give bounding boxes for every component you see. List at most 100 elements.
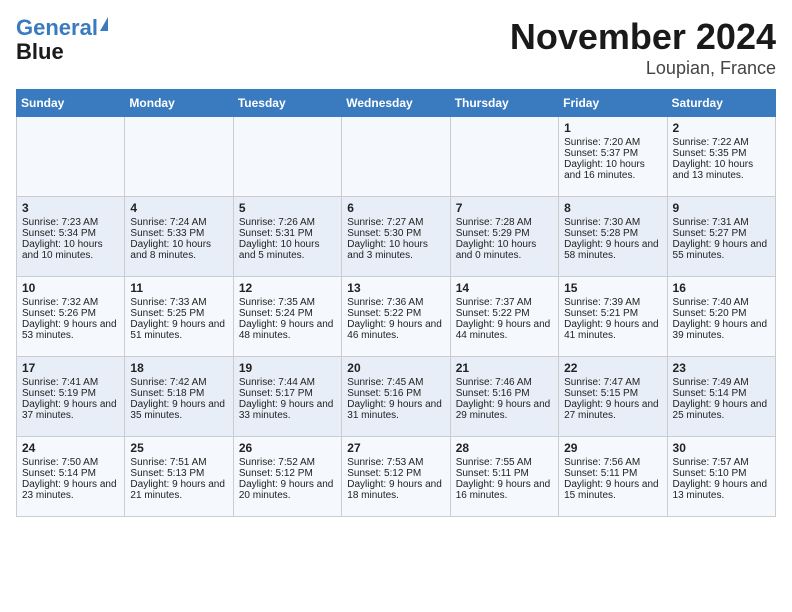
day-info: Sunset: 5:13 PM bbox=[130, 468, 227, 479]
day-info: Sunset: 5:16 PM bbox=[456, 388, 553, 399]
day-info: Sunrise: 7:41 AM bbox=[22, 377, 119, 388]
day-number: 27 bbox=[347, 441, 444, 455]
logo-blue: Blue bbox=[16, 40, 64, 64]
day-info: Sunrise: 7:42 AM bbox=[130, 377, 227, 388]
day-info: Sunset: 5:33 PM bbox=[130, 228, 227, 239]
day-number: 12 bbox=[239, 281, 336, 295]
calendar-cell: 9Sunrise: 7:31 AMSunset: 5:27 PMDaylight… bbox=[667, 197, 775, 277]
calendar-cell: 18Sunrise: 7:42 AMSunset: 5:18 PMDayligh… bbox=[125, 357, 233, 437]
weekday-friday: Friday bbox=[559, 90, 667, 117]
calendar-cell: 13Sunrise: 7:36 AMSunset: 5:22 PMDayligh… bbox=[342, 277, 450, 357]
day-info: Sunrise: 7:52 AM bbox=[239, 457, 336, 468]
day-info: Sunrise: 7:51 AM bbox=[130, 457, 227, 468]
calendar-cell bbox=[125, 117, 233, 197]
day-info: Daylight: 9 hours and 25 minutes. bbox=[673, 399, 770, 421]
calendar-cell: 25 Sunrise: 7:51 AMSunset: 5:13 PMDayligh… bbox=[125, 437, 233, 517]
calendar-cell bbox=[233, 117, 341, 197]
day-number: 16 bbox=[673, 281, 770, 295]
day-info: Daylight: 9 hours and 21 minutes. bbox=[130, 479, 227, 501]
weekday-header-row: SundayMondayTuesdayWednesdayThursdayFrid… bbox=[17, 90, 776, 117]
day-info: Daylight: 10 hours and 16 minutes. bbox=[564, 159, 661, 181]
day-info: Sunrise: 7:53 AM bbox=[347, 457, 444, 468]
day-info: Sunset: 5:24 PM bbox=[239, 308, 336, 319]
header: General Blue November 2024 Loupian, Fran… bbox=[16, 16, 776, 79]
day-info: Daylight: 9 hours and 51 minutes. bbox=[130, 319, 227, 341]
day-info: Daylight: 9 hours and 20 minutes. bbox=[239, 479, 336, 501]
calendar-cell: 27Sunrise: 7:53 AMSunset: 5:12 PMDayligh… bbox=[342, 437, 450, 517]
day-info: Sunset: 5:25 PM bbox=[130, 308, 227, 319]
day-number: 18 bbox=[130, 361, 227, 375]
day-info: Sunset: 5:34 PM bbox=[22, 228, 119, 239]
calendar-cell: 11Sunrise: 7:33 AMSunset: 5:25 PMDayligh… bbox=[125, 277, 233, 357]
day-info: Sunrise: 7:49 AM bbox=[673, 377, 770, 388]
day-info: Sunset: 5:10 PM bbox=[673, 468, 770, 479]
day-info: Sunset: 5:21 PM bbox=[564, 308, 661, 319]
day-info: Sunset: 5:28 PM bbox=[564, 228, 661, 239]
weekday-thursday: Thursday bbox=[450, 90, 558, 117]
weekday-tuesday: Tuesday bbox=[233, 90, 341, 117]
day-number: 1 bbox=[564, 121, 661, 135]
day-info: Sunset: 5:11 PM bbox=[456, 468, 553, 479]
calendar-cell: 4Sunrise: 7:24 AMSunset: 5:33 PMDaylight… bbox=[125, 197, 233, 277]
day-number: 2 bbox=[673, 121, 770, 135]
day-info: Sunrise: 7:26 AM bbox=[239, 217, 336, 228]
day-number: 6 bbox=[347, 201, 444, 215]
calendar-cell: 23Sunrise: 7:49 AMSunset: 5:14 PMDayligh… bbox=[667, 357, 775, 437]
calendar-cell: 1Sunrise: 7:20 AMSunset: 5:37 PMDaylight… bbox=[559, 117, 667, 197]
day-info: Daylight: 10 hours and 3 minutes. bbox=[347, 239, 444, 261]
calendar-cell: 26Sunrise: 7:52 AMSunset: 5:12 PMDayligh… bbox=[233, 437, 341, 517]
weekday-wednesday: Wednesday bbox=[342, 90, 450, 117]
calendar-cell: 15Sunrise: 7:39 AMSunset: 5:21 PMDayligh… bbox=[559, 277, 667, 357]
day-info: Daylight: 9 hours and 16 minutes. bbox=[456, 479, 553, 501]
day-info: Sunset: 5:14 PM bbox=[673, 388, 770, 399]
day-info: Sunset: 5:15 PM bbox=[564, 388, 661, 399]
day-info: Daylight: 9 hours and 15 minutes. bbox=[564, 479, 661, 501]
day-info: Sunrise: 7:23 AM bbox=[22, 217, 119, 228]
day-info: Sunset: 5:16 PM bbox=[347, 388, 444, 399]
day-info: Sunrise: 7:22 AM bbox=[673, 137, 770, 148]
day-info: Sunset: 5:37 PM bbox=[564, 148, 661, 159]
day-info: Sunrise: 7:33 AM bbox=[130, 297, 227, 308]
day-info: Sunrise: 7:44 AM bbox=[239, 377, 336, 388]
day-number: 21 bbox=[456, 361, 553, 375]
day-number: 25 bbox=[130, 441, 227, 455]
day-info: Sunrise: 7:55 AM bbox=[456, 457, 553, 468]
calendar-week-4: 17Sunrise: 7:41 AMSunset: 5:19 PMDayligh… bbox=[17, 357, 776, 437]
calendar-cell bbox=[17, 117, 125, 197]
day-info: Daylight: 9 hours and 13 minutes. bbox=[673, 479, 770, 501]
calendar-cell: 6Sunrise: 7:27 AMSunset: 5:30 PMDaylight… bbox=[342, 197, 450, 277]
calendar-cell bbox=[342, 117, 450, 197]
day-number: 26 bbox=[239, 441, 336, 455]
calendar-week-1: 1Sunrise: 7:20 AMSunset: 5:37 PMDaylight… bbox=[17, 117, 776, 197]
day-info: Sunrise: 7:39 AM bbox=[564, 297, 661, 308]
day-info: Sunset: 5:22 PM bbox=[456, 308, 553, 319]
day-info: Sunrise: 7:37 AM bbox=[456, 297, 553, 308]
calendar-cell: 7Sunrise: 7:28 AMSunset: 5:29 PMDaylight… bbox=[450, 197, 558, 277]
day-info: Sunrise: 7:45 AM bbox=[347, 377, 444, 388]
calendar-cell: 22Sunrise: 7:47 AMSunset: 5:15 PMDayligh… bbox=[559, 357, 667, 437]
day-info: Daylight: 10 hours and 8 minutes. bbox=[130, 239, 227, 261]
day-info: Daylight: 9 hours and 31 minutes. bbox=[347, 399, 444, 421]
day-info: Sunrise: 7:47 AM bbox=[564, 377, 661, 388]
day-info: Sunset: 5:35 PM bbox=[673, 148, 770, 159]
day-info: Daylight: 9 hours and 35 minutes. bbox=[130, 399, 227, 421]
weekday-sunday: Sunday bbox=[17, 90, 125, 117]
day-info: Daylight: 9 hours and 23 minutes. bbox=[22, 479, 119, 501]
day-info: Sunrise: 7:57 AM bbox=[673, 457, 770, 468]
day-info: Daylight: 9 hours and 37 minutes. bbox=[22, 399, 119, 421]
day-info: Sunset: 5:19 PM bbox=[22, 388, 119, 399]
calendar-cell: 20Sunrise: 7:45 AMSunset: 5:16 PMDayligh… bbox=[342, 357, 450, 437]
calendar-cell: 10Sunrise: 7:32 AMSunset: 5:26 PMDayligh… bbox=[17, 277, 125, 357]
day-info: Daylight: 9 hours and 27 minutes. bbox=[564, 399, 661, 421]
day-number: 29 bbox=[564, 441, 661, 455]
calendar-body: 1Sunrise: 7:20 AMSunset: 5:37 PMDaylight… bbox=[17, 117, 776, 517]
calendar-cell: 21Sunrise: 7:46 AMSunset: 5:16 PMDayligh… bbox=[450, 357, 558, 437]
title-area: November 2024 Loupian, France bbox=[510, 16, 776, 79]
calendar-table: SundayMondayTuesdayWednesdayThursdayFrid… bbox=[16, 89, 776, 517]
day-number: 13 bbox=[347, 281, 444, 295]
day-info: Sunrise: 7:50 AM bbox=[22, 457, 119, 468]
day-info: Daylight: 9 hours and 44 minutes. bbox=[456, 319, 553, 341]
calendar-week-3: 10Sunrise: 7:32 AMSunset: 5:26 PMDayligh… bbox=[17, 277, 776, 357]
day-info: Daylight: 9 hours and 18 minutes. bbox=[347, 479, 444, 501]
logo: General Blue bbox=[16, 16, 108, 64]
